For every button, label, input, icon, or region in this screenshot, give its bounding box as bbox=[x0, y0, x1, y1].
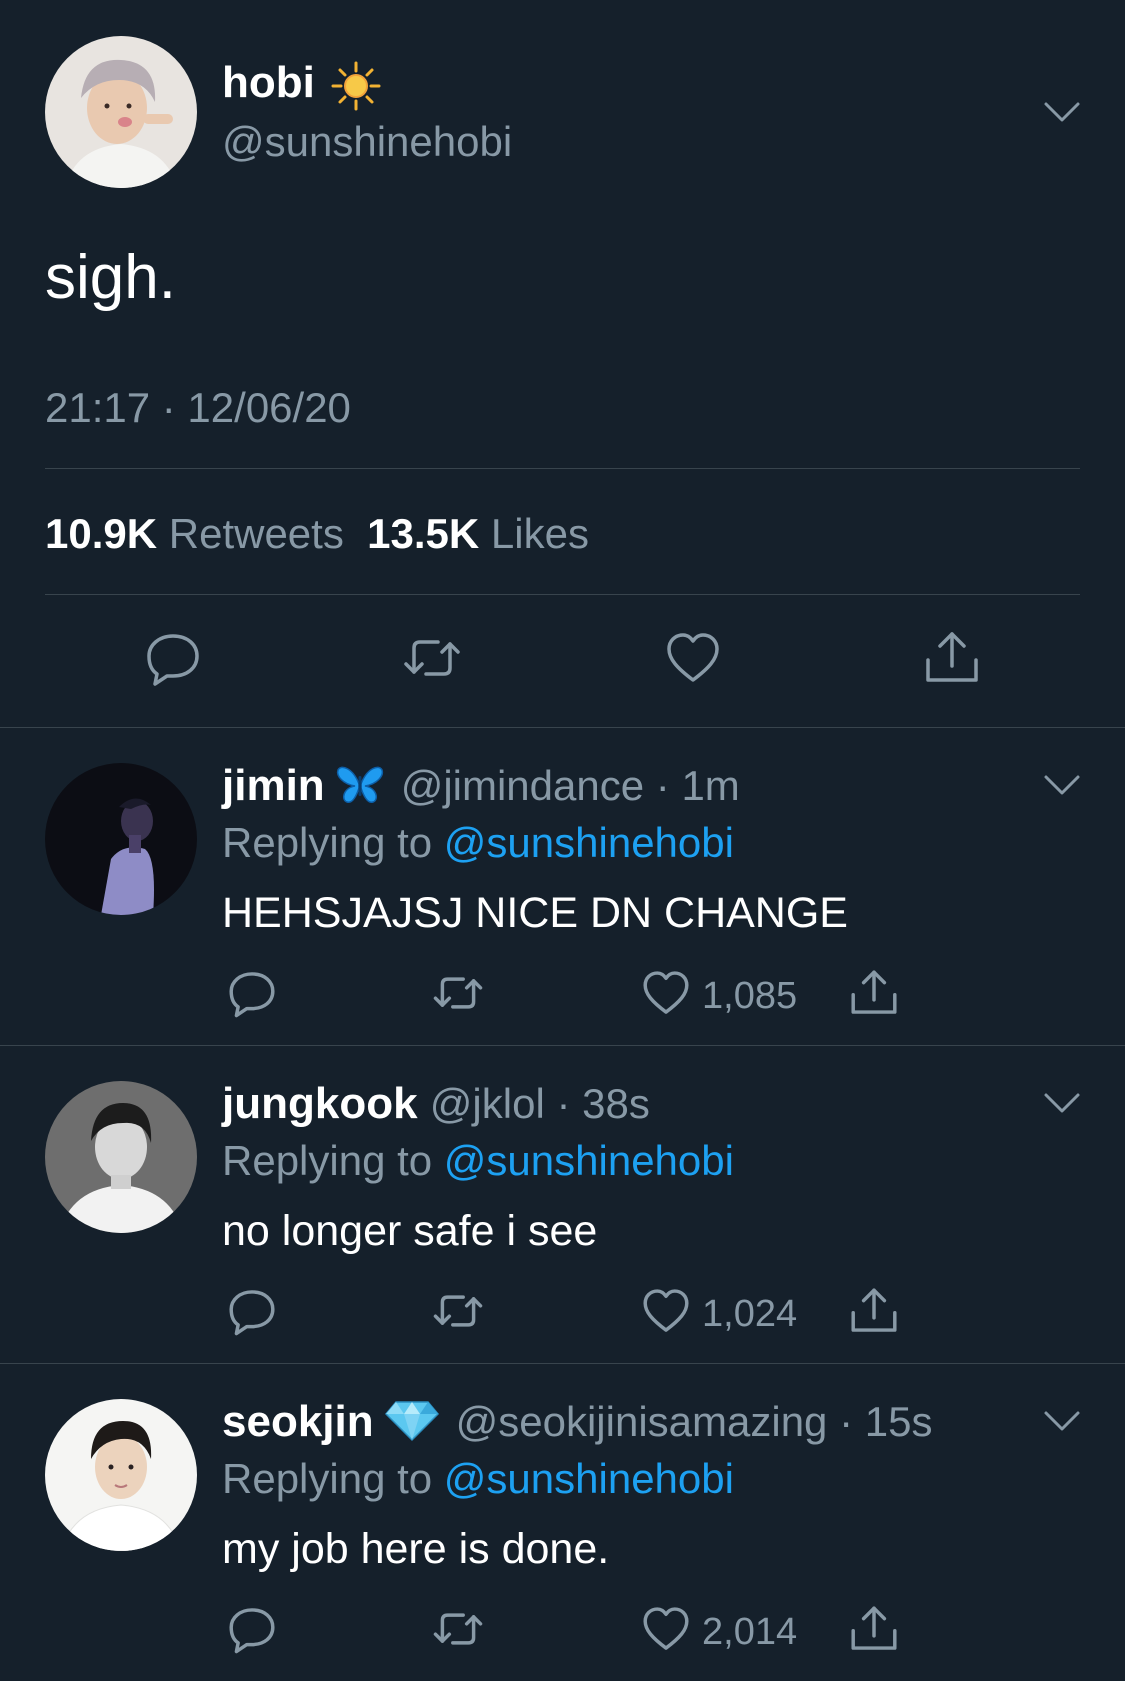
tweet-text: sigh. bbox=[45, 243, 176, 312]
mention-link[interactable]: @sunshinehobi bbox=[444, 1455, 734, 1502]
reply-text: my job here is done. bbox=[222, 1525, 610, 1573]
like-count[interactable]: 1,085 bbox=[702, 975, 797, 1018]
main-tweet: hobi @sunshinehobi sigh. 21:17 · 12/06/2… bbox=[0, 0, 1125, 727]
handle[interactable]: @seokijinisamazing bbox=[456, 1398, 828, 1445]
mention-link[interactable]: @sunshinehobi bbox=[444, 1137, 734, 1184]
replying-label: Replying to bbox=[222, 1137, 433, 1184]
separator-dot: · bbox=[544, 1080, 583, 1127]
tweet-stats: 10.9K Retweets 13.5K Likes bbox=[45, 510, 589, 558]
reply-actions: 2,014 bbox=[0, 1603, 1125, 1659]
reply-text: HEHSJAJSJ NICE DN CHANGE bbox=[222, 889, 848, 937]
reply-tweet: jungkook @jklol · 38s Replying to @sunsh… bbox=[0, 1045, 1125, 1363]
likes-count[interactable]: 13.5K bbox=[367, 510, 479, 557]
like-icon[interactable] bbox=[640, 967, 692, 1019]
like-count[interactable]: 2,014 bbox=[702, 1611, 797, 1654]
tweet-timestamp: 21:17 · 12/06/20 bbox=[45, 384, 351, 431]
display-name[interactable]: hobi bbox=[222, 58, 315, 108]
share-icon[interactable] bbox=[848, 1285, 900, 1337]
display-name[interactable]: jimin bbox=[222, 761, 325, 810]
replying-to: Replying to @sunshinehobi bbox=[222, 1455, 734, 1503]
share-icon[interactable] bbox=[922, 628, 982, 688]
reply-icon[interactable] bbox=[226, 1285, 278, 1337]
handle[interactable]: @sunshinehobi bbox=[222, 118, 512, 166]
handle[interactable]: @jklol bbox=[430, 1080, 545, 1127]
avatar[interactable] bbox=[45, 36, 197, 188]
separator-dot: · bbox=[827, 1398, 865, 1445]
reply-header: seokjin @seokijinisamazing · 15s bbox=[222, 1397, 932, 1453]
replying-to: Replying to @sunshinehobi bbox=[222, 819, 734, 867]
reply-time[interactable]: 1m bbox=[681, 762, 739, 809]
retweets-count[interactable]: 10.9K bbox=[45, 510, 157, 557]
reply-header: jimin @jimindance · 1m bbox=[222, 761, 740, 817]
like-icon[interactable] bbox=[663, 628, 723, 688]
avatar[interactable] bbox=[45, 763, 197, 915]
chevron-down-icon[interactable] bbox=[1042, 100, 1082, 124]
mention-link[interactable]: @sunshinehobi bbox=[444, 819, 734, 866]
retweet-icon[interactable] bbox=[432, 967, 484, 1019]
divider bbox=[45, 468, 1080, 469]
share-icon[interactable] bbox=[848, 967, 900, 1019]
retweets-label[interactable]: Retweets bbox=[169, 510, 344, 557]
avatar[interactable] bbox=[45, 1399, 197, 1551]
reply-time[interactable]: 38s bbox=[582, 1080, 650, 1127]
chevron-down-icon[interactable] bbox=[1042, 1091, 1082, 1115]
reply-header: jungkook @jklol · 38s bbox=[222, 1079, 650, 1135]
reply-icon[interactable] bbox=[226, 1603, 278, 1655]
butterfly-icon bbox=[335, 762, 385, 806]
handle[interactable]: @jimindance bbox=[401, 762, 644, 809]
separator-dot: · bbox=[644, 762, 682, 809]
reply-tweet: jimin @jimindance · 1m Replying to @suns… bbox=[0, 727, 1125, 1045]
tweet-thread-page: hobi @sunshinehobi sigh. 21:17 · 12/06/2… bbox=[0, 0, 1125, 1681]
sun-icon bbox=[330, 60, 382, 112]
avatar[interactable] bbox=[45, 1081, 197, 1233]
reply-icon[interactable] bbox=[143, 628, 203, 688]
likes-label[interactable]: Likes bbox=[491, 510, 589, 557]
like-icon[interactable] bbox=[640, 1603, 692, 1655]
replying-label: Replying to bbox=[222, 819, 433, 866]
retweet-icon[interactable] bbox=[402, 628, 462, 688]
retweet-icon[interactable] bbox=[432, 1285, 484, 1337]
tweet-actions bbox=[0, 628, 1125, 688]
divider bbox=[45, 594, 1080, 595]
like-count[interactable]: 1,024 bbox=[702, 1293, 797, 1336]
display-name[interactable]: seokjin bbox=[222, 1397, 374, 1446]
reply-icon[interactable] bbox=[226, 967, 278, 1019]
reply-text: no longer safe i see bbox=[222, 1207, 598, 1255]
reply-tweet: seokjin @seokijinisamazing · 15s Replyin… bbox=[0, 1363, 1125, 1681]
chevron-down-icon[interactable] bbox=[1042, 1409, 1082, 1433]
reply-actions: 1,085 bbox=[0, 967, 1125, 1023]
share-icon[interactable] bbox=[848, 1603, 900, 1655]
diamond-icon bbox=[384, 1398, 440, 1442]
replying-to: Replying to @sunshinehobi bbox=[222, 1137, 734, 1185]
reply-actions: 1,024 bbox=[0, 1285, 1125, 1341]
replying-label: Replying to bbox=[222, 1455, 433, 1502]
retweet-icon[interactable] bbox=[432, 1603, 484, 1655]
like-icon[interactable] bbox=[640, 1285, 692, 1337]
reply-time[interactable]: 15s bbox=[865, 1398, 933, 1445]
display-name[interactable]: jungkook bbox=[222, 1079, 418, 1128]
chevron-down-icon[interactable] bbox=[1042, 773, 1082, 797]
